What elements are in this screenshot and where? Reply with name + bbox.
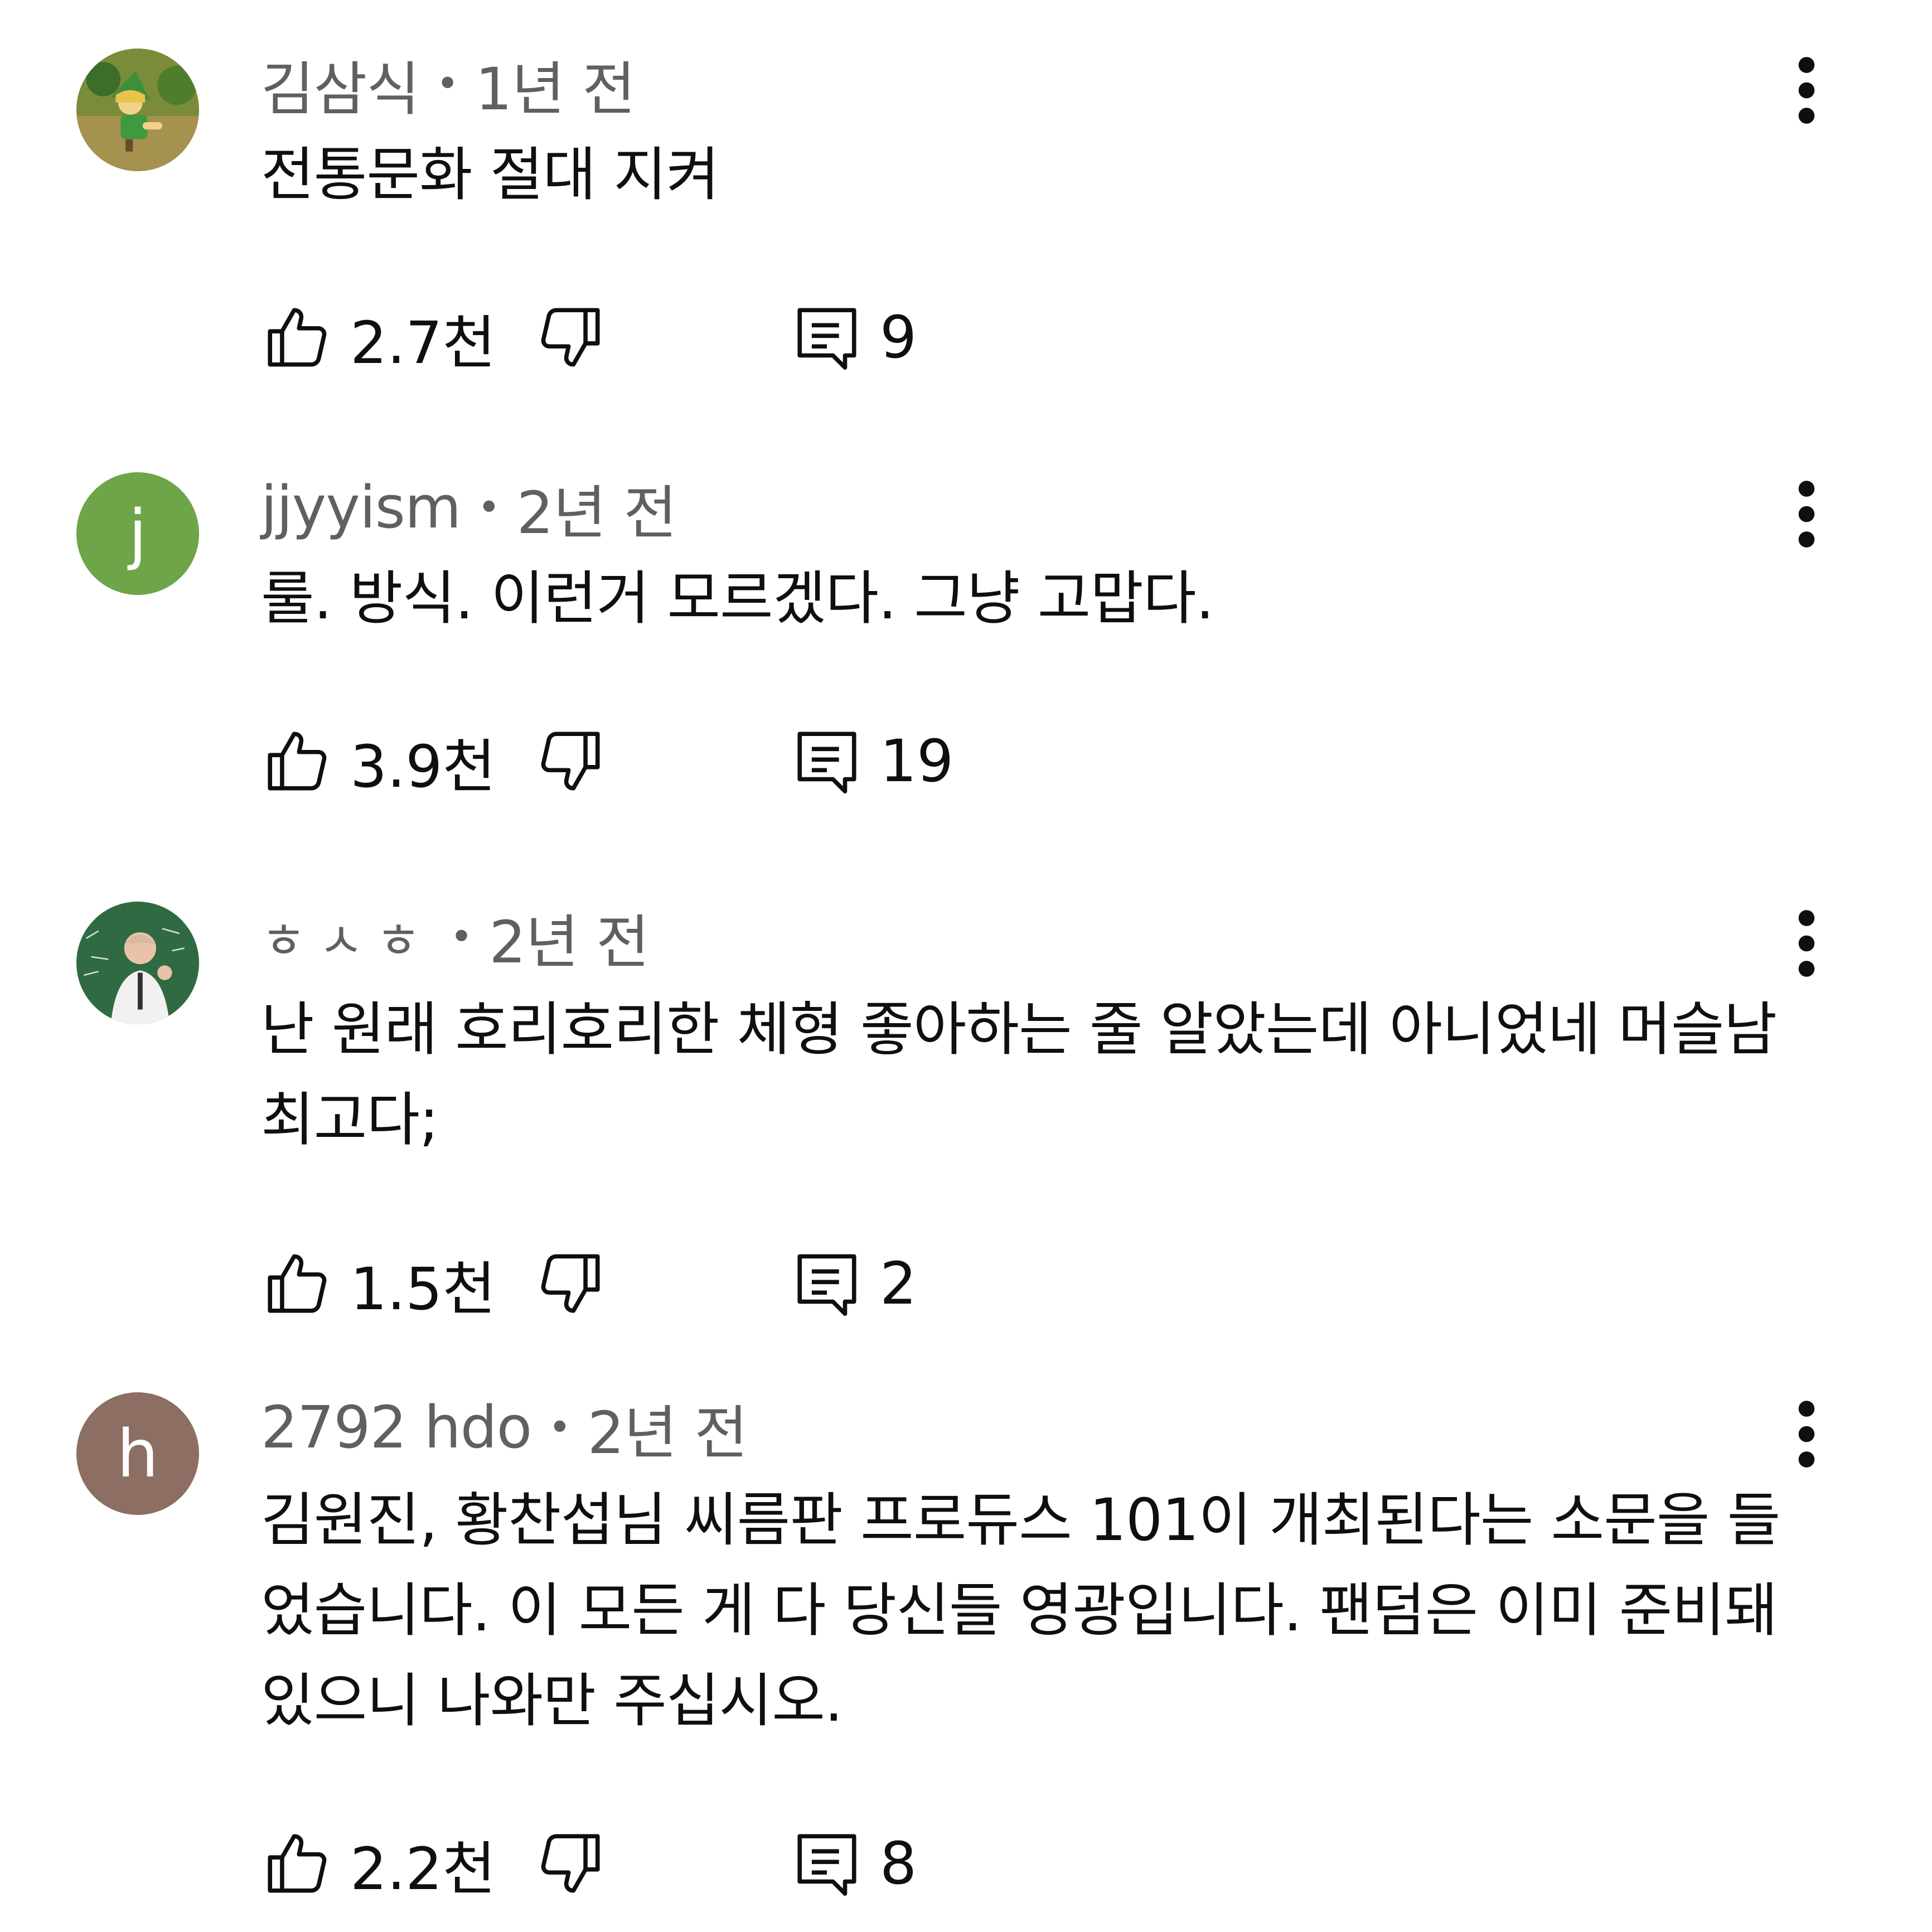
thumb-down-icon: [534, 1247, 607, 1320]
comment-actions: 2.7천 9: [261, 293, 917, 382]
reply-icon: [791, 1827, 863, 1900]
comment-meta: 2792 hdo • 2년 전: [261, 1386, 748, 1470]
more-vertical-icon: [1795, 54, 1818, 127]
comment-meta: jjyyism • 2년 전: [261, 466, 677, 550]
reply-icon: [791, 301, 863, 374]
comment-time[interactable]: 1년 전: [475, 42, 636, 126]
reply-button[interactable]: [791, 1827, 863, 1900]
meta-separator: •: [477, 485, 500, 530]
thumb-up-icon: [261, 1827, 333, 1900]
comment-meta: 김삼식 • 1년 전: [261, 42, 636, 126]
comment-text: 룰. 방식. 이런거 모르겠다. 그냥 고맙다.: [261, 564, 1214, 632]
reply-count: 9: [880, 303, 917, 371]
more-options-button[interactable]: [1773, 35, 1840, 146]
comment-actions: 2.2천 8: [261, 1819, 917, 1908]
comment-actions: 1.5천 2: [261, 1239, 917, 1328]
dislike-button[interactable]: [534, 725, 607, 797]
meta-separator: •: [436, 61, 459, 106]
comment-time[interactable]: 2년 전: [489, 895, 650, 979]
dislike-button[interactable]: [534, 1827, 607, 1900]
thumb-down-icon: [534, 301, 607, 374]
teacher-photo-avatar-icon: [76, 902, 199, 1024]
avatar[interactable]: j: [76, 472, 199, 595]
reply-button[interactable]: [791, 725, 863, 797]
reply-button[interactable]: [791, 301, 863, 374]
more-vertical-icon: [1795, 478, 1818, 550]
thumb-up-icon: [261, 725, 333, 797]
comment-text: 김원진, 황찬섭님 씨름판 프로듀스 101이 개최된다는 소문을 들었습니다.…: [261, 1486, 1780, 1735]
reply-button[interactable]: [791, 1247, 863, 1320]
thumb-up-icon: [261, 1247, 333, 1320]
avatar-letter: j: [128, 495, 147, 572]
like-button[interactable]: [261, 725, 333, 797]
thumb-down-icon: [534, 725, 607, 797]
avatar[interactable]: [76, 49, 199, 171]
like-button[interactable]: [261, 1827, 333, 1900]
like-button[interactable]: [261, 1247, 333, 1320]
meta-separator: •: [449, 914, 473, 960]
author-name[interactable]: jjyyism: [261, 473, 461, 541]
comment-text: 난 원래 호리호리한 체형 좋아하는 줄 알았는데 아니었네 머슬남 최고다;: [261, 995, 1777, 1154]
comment-actions: 3.9천 19: [261, 716, 953, 806]
like-button[interactable]: [261, 301, 333, 374]
more-options-button[interactable]: [1773, 458, 1840, 570]
thumb-down-icon: [534, 1827, 607, 1900]
like-count: 3.9천: [350, 732, 496, 801]
more-vertical-icon: [1795, 907, 1818, 980]
cartoon-character-avatar-icon: [76, 49, 199, 171]
author-name[interactable]: 2792 hdo: [261, 1393, 532, 1461]
author-name[interactable]: 김삼식: [261, 42, 420, 126]
reply-count: 2: [880, 1250, 917, 1318]
avatar[interactable]: h: [76, 1392, 199, 1515]
like-count: 1.5천: [350, 1255, 496, 1323]
avatar[interactable]: [76, 902, 199, 1024]
reply-count: 8: [880, 1829, 917, 1897]
thumb-up-icon: [261, 301, 333, 374]
dislike-button[interactable]: [534, 301, 607, 374]
like-count: 2.7천: [350, 308, 496, 377]
more-vertical-icon: [1795, 1398, 1818, 1470]
dislike-button[interactable]: [534, 1247, 607, 1320]
comment-text: 전통문화 절대 지켜: [261, 141, 720, 209]
like-count: 2.2천: [350, 1834, 496, 1903]
comment-time[interactable]: 2년 전: [517, 466, 677, 550]
meta-separator: •: [548, 1405, 571, 1450]
reply-icon: [791, 725, 863, 797]
reply-count: 19: [880, 727, 954, 795]
author-name[interactable]: ㅎㅅㅎ: [261, 902, 433, 972]
comment-time[interactable]: 2년 전: [588, 1386, 748, 1470]
avatar-letter: h: [117, 1415, 159, 1492]
more-options-button[interactable]: [1773, 1378, 1840, 1490]
comment-meta: ㅎㅅㅎ • 2년 전: [261, 895, 650, 979]
reply-icon: [791, 1247, 863, 1320]
more-options-button[interactable]: [1773, 888, 1840, 999]
